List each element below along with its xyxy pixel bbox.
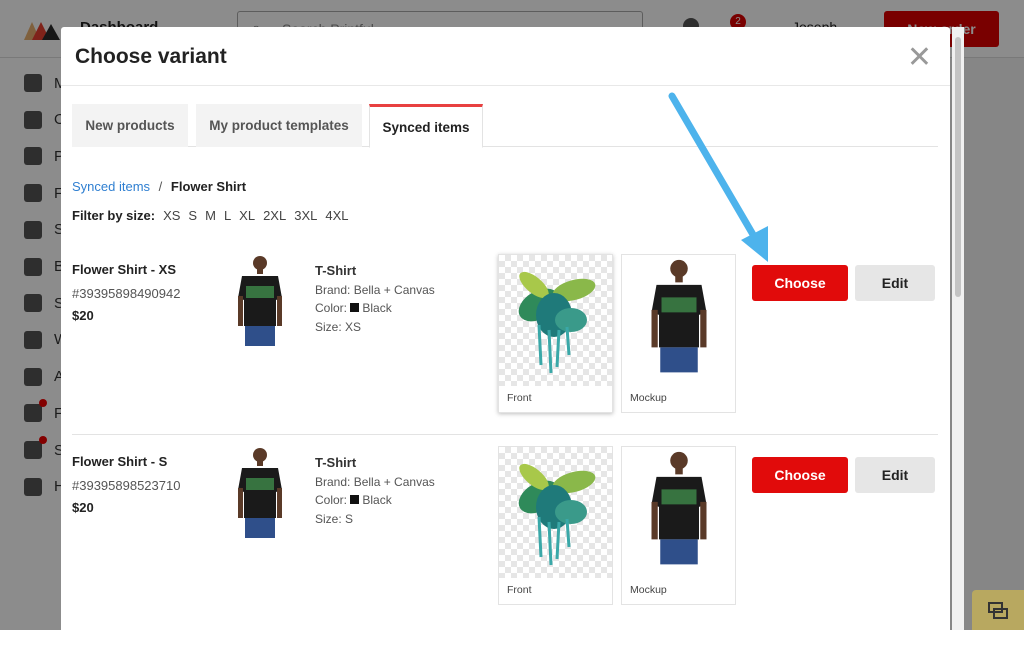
front-label: Front <box>507 584 532 596</box>
color-value: Black <box>362 301 392 315</box>
variant-sku: #39395898490942 <box>72 286 181 301</box>
mockup-image <box>622 447 735 578</box>
front-label: Front <box>507 392 532 404</box>
breadcrumb-current: Flower Shirt <box>170 179 247 194</box>
product-info: T-Shirt Brand: Bella + Canvas Color: Bla… <box>315 262 435 336</box>
tab-bar: New products My product templates Synced… <box>72 104 938 148</box>
filter-label: Filter by size: <box>72 208 156 223</box>
color-value: Black <box>362 493 392 507</box>
variant-name: Flower Shirt - XS <box>72 262 177 277</box>
variant-sku: #39395898523710 <box>72 478 181 493</box>
product-info: T-Shirt Brand: Bella + Canvas Color: Bla… <box>315 454 435 528</box>
tab-new-products[interactable]: New products <box>72 104 188 147</box>
front-print-card[interactable]: Front <box>498 446 613 605</box>
mockup-card[interactable]: Mockup <box>621 446 736 605</box>
size-xl[interactable]: XL <box>239 208 255 223</box>
size-2xl[interactable]: 2XL <box>263 208 286 223</box>
chat-button[interactable] <box>972 590 1024 630</box>
breadcrumb-synced-items[interactable]: Synced items <box>72 179 150 194</box>
edit-button[interactable]: Edit <box>855 457 935 493</box>
product-thumbnail <box>232 446 288 542</box>
product-brand: Brand: Bella + Canvas <box>315 282 435 297</box>
choose-button[interactable]: Choose <box>752 265 848 301</box>
breadcrumb: Synced items / Flower Shirt <box>72 179 246 194</box>
size-4xl[interactable]: 4XL <box>325 208 348 223</box>
chat-icon <box>988 602 1008 619</box>
variant-price: $20 <box>72 308 94 323</box>
variant-row: Flower Shirt - S #39395898523710 $20 T-S… <box>72 446 938 634</box>
size-s[interactable]: S <box>188 208 197 223</box>
variant-name: Flower Shirt - S <box>72 454 168 469</box>
product-type: T-Shirt <box>315 455 357 470</box>
close-icon[interactable]: ✕ <box>907 43 932 73</box>
mockup-label: Mockup <box>630 584 667 596</box>
scrollbar[interactable] <box>952 27 964 630</box>
product-brand: Brand: Bella + Canvas <box>315 474 435 489</box>
choose-button[interactable]: Choose <box>752 457 848 493</box>
modal-title: Choose variant <box>75 45 227 68</box>
tab-synced-items[interactable]: Synced items <box>369 104 483 148</box>
row-divider <box>72 434 938 435</box>
mockup-image <box>622 255 735 386</box>
size-m[interactable]: M <box>205 208 216 223</box>
product-thumbnail <box>232 254 288 350</box>
front-print-card[interactable]: Front <box>498 254 613 413</box>
choose-variant-modal: Choose variant ✕ New products My product… <box>61 27 950 647</box>
mockup-card[interactable]: Mockup <box>621 254 736 413</box>
product-size: Size: XS <box>315 319 362 334</box>
product-size: Size: S <box>315 511 354 526</box>
header-divider <box>61 85 950 86</box>
size-3xl[interactable]: 3XL <box>294 208 317 223</box>
size-filter: Filter by size: XS S M L XL 2XL 3XL 4XL <box>72 208 349 223</box>
size-xs[interactable]: XS <box>163 208 180 223</box>
product-type: T-Shirt <box>315 263 357 278</box>
size-l[interactable]: L <box>224 208 231 223</box>
mockup-label: Mockup <box>630 392 667 404</box>
tab-my-product-templates[interactable]: My product templates <box>196 104 362 147</box>
front-print-image <box>499 255 612 386</box>
scrollbar-thumb[interactable] <box>955 37 961 297</box>
color-label: Color: <box>315 493 348 507</box>
color-swatch <box>350 303 360 312</box>
variant-price: $20 <box>72 500 94 515</box>
edit-button[interactable]: Edit <box>855 265 935 301</box>
variant-row: Flower Shirt - XS #39395898490942 $20 T-… <box>72 254 938 442</box>
breadcrumb-separator: / <box>158 179 163 194</box>
color-label: Color: <box>315 301 348 315</box>
front-print-image <box>499 447 612 578</box>
color-swatch <box>350 495 360 504</box>
